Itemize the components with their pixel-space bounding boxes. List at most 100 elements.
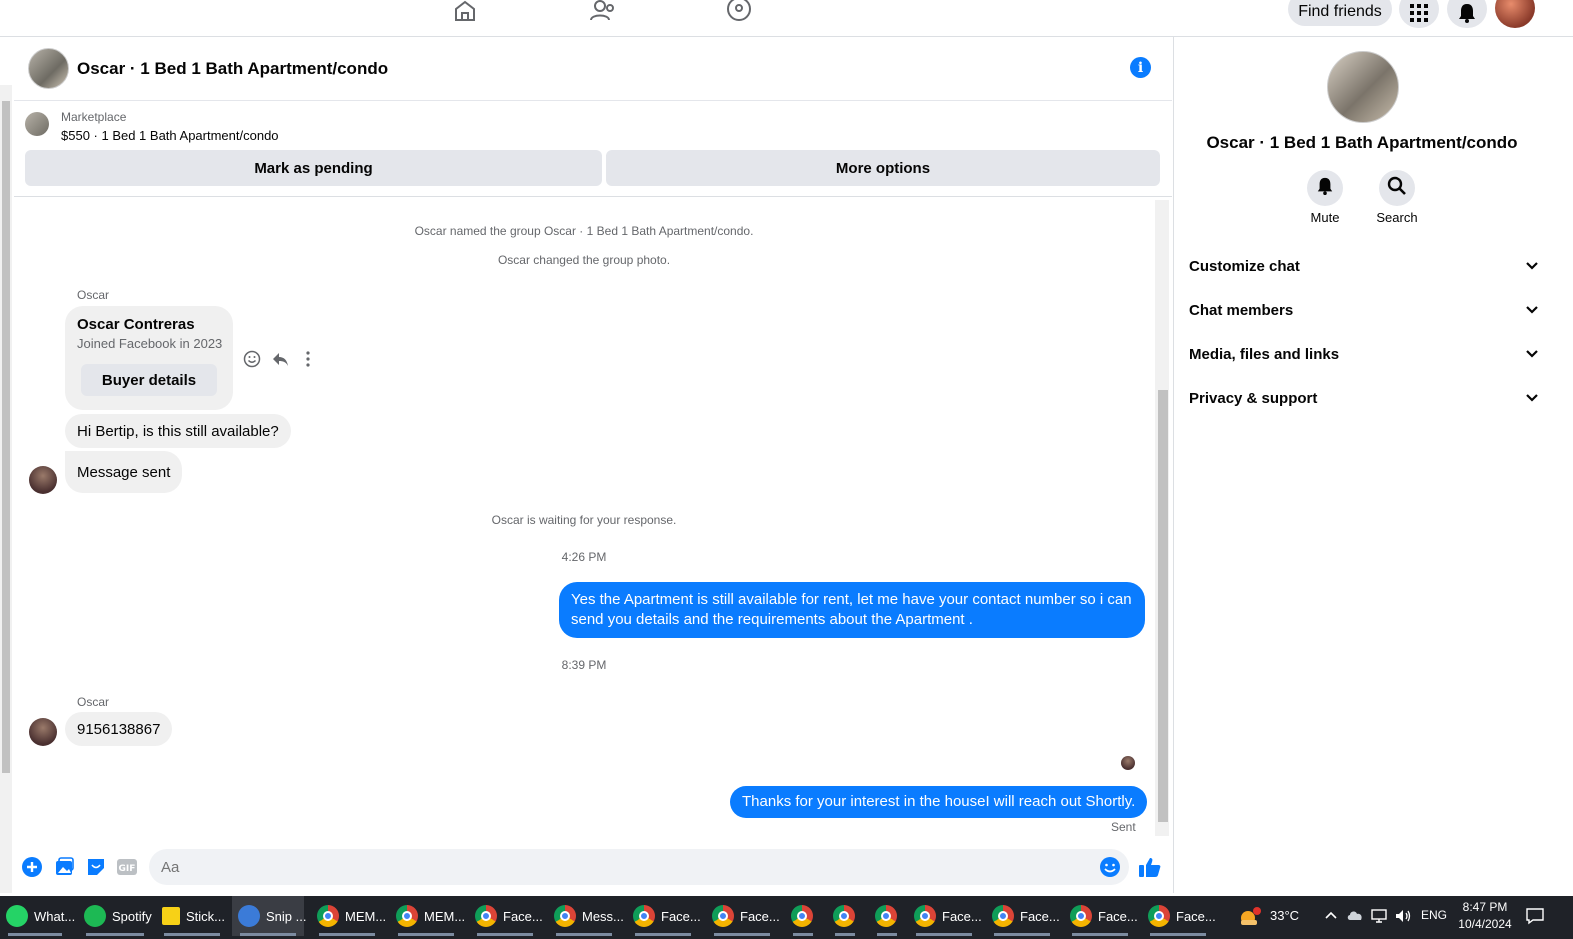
top-navigation-bar: Find friends bbox=[0, 0, 1573, 37]
running-indicator bbox=[319, 933, 375, 936]
volume-icon[interactable] bbox=[1394, 908, 1412, 927]
message-input[interactable] bbox=[149, 849, 1129, 885]
section-label: Privacy & support bbox=[1189, 389, 1318, 407]
taskbar-app-label: MEM... bbox=[424, 908, 466, 924]
incoming-message[interactable]: 9156138867 bbox=[65, 712, 173, 746]
sender-avatar[interactable] bbox=[29, 718, 57, 746]
info-icon[interactable]: i bbox=[1130, 57, 1151, 78]
sticker-icon[interactable] bbox=[85, 856, 107, 878]
snip-icon bbox=[238, 905, 260, 927]
chevron-up-icon[interactable] bbox=[1324, 909, 1338, 924]
input-language[interactable]: ENG bbox=[1421, 908, 1447, 922]
network-icon[interactable] bbox=[1370, 908, 1388, 927]
home-icon[interactable] bbox=[452, 0, 482, 22]
taskbar-app[interactable] bbox=[785, 896, 821, 936]
taskbar-app[interactable]: Face... bbox=[706, 896, 780, 936]
seen-by-avatar bbox=[1121, 756, 1135, 770]
onedrive-icon[interactable] bbox=[1346, 908, 1364, 925]
spotify-icon bbox=[84, 905, 106, 927]
thumbs-up-icon[interactable] bbox=[1138, 856, 1161, 878]
sender-avatar[interactable] bbox=[29, 466, 57, 494]
taskbar-app[interactable]: What... bbox=[0, 896, 75, 936]
react-emoji-icon[interactable] bbox=[243, 350, 263, 370]
page-scrollbar-thumb[interactable] bbox=[2, 101, 10, 773]
more-options-button[interactable]: More options bbox=[606, 150, 1160, 186]
taskbar-app[interactable]: MEM... bbox=[311, 896, 386, 936]
running-indicator bbox=[793, 933, 813, 936]
reply-icon[interactable] bbox=[271, 350, 291, 370]
chat-title[interactable]: Oscar · 1 Bed 1 Bath Apartment/condo bbox=[77, 59, 388, 79]
taskbar-app[interactable]: Face... bbox=[469, 896, 543, 936]
chat-avatar[interactable] bbox=[28, 48, 69, 89]
taskbar-app[interactable]: Face... bbox=[986, 896, 1060, 936]
taskbar-app[interactable] bbox=[827, 896, 863, 936]
running-indicator bbox=[240, 933, 296, 936]
listing-thumbnail[interactable] bbox=[25, 112, 49, 136]
taskbar-app[interactable]: Spotify bbox=[78, 896, 152, 936]
section-customize-chat[interactable]: Customize chat bbox=[1189, 246, 1539, 286]
taskbar-app[interactable]: Mess... bbox=[548, 896, 624, 936]
find-friends-button[interactable]: Find friends bbox=[1288, 0, 1392, 26]
group-photo[interactable] bbox=[1327, 51, 1399, 123]
taskbar-app-label: Spotify bbox=[112, 908, 152, 924]
mute-label: Mute bbox=[1310, 210, 1340, 225]
section-privacy-support[interactable]: Privacy & support bbox=[1189, 378, 1539, 418]
taskbar-app[interactable]: Stick... bbox=[156, 896, 228, 936]
section-media-files-links[interactable]: Media, files and links bbox=[1189, 334, 1539, 374]
marketplace-listing-bar: Marketplace $550 · 1 Bed 1 Bath Apartmen… bbox=[14, 101, 1172, 197]
chrome-icon bbox=[1070, 905, 1092, 927]
section-chat-members[interactable]: Chat members bbox=[1189, 290, 1539, 330]
chrome-icon bbox=[633, 905, 655, 927]
chrome-icon bbox=[833, 905, 855, 927]
taskbar-app-label: Face... bbox=[942, 908, 982, 924]
taskbar-app-label: Face... bbox=[1020, 908, 1060, 924]
mute-button[interactable] bbox=[1307, 170, 1343, 206]
plus-icon[interactable] bbox=[21, 856, 43, 878]
temperature[interactable]: 33°C bbox=[1270, 908, 1299, 923]
gif-icon[interactable]: GIF bbox=[116, 856, 138, 878]
more-dots-icon[interactable] bbox=[299, 350, 319, 370]
taskbar-app[interactable]: Face... bbox=[1064, 896, 1138, 936]
buyer-details-button[interactable]: Buyer details bbox=[81, 364, 217, 396]
outgoing-message[interactable]: Yes the Apartment is still available for… bbox=[559, 582, 1145, 638]
notification-center-icon[interactable] bbox=[1525, 907, 1545, 928]
weather-icon[interactable] bbox=[1238, 906, 1262, 928]
menu-grid-icon[interactable] bbox=[1399, 0, 1439, 28]
conversation-title: Oscar · 1 Bed 1 Bath Apartment/condo bbox=[1206, 133, 1518, 152]
incoming-message[interactable]: Hi Bertip, is this still available? bbox=[65, 414, 291, 448]
taskbar-app[interactable]: MEM... bbox=[390, 896, 466, 936]
profile-avatar[interactable] bbox=[1495, 0, 1535, 28]
incoming-message[interactable]: Message sent bbox=[65, 451, 183, 493]
taskbar-app[interactable]: Face... bbox=[908, 896, 982, 936]
notifications-bell-icon[interactable] bbox=[1447, 0, 1487, 28]
outgoing-message[interactable]: Thanks for your interest in the houseI w… bbox=[730, 786, 1148, 818]
friends-icon[interactable] bbox=[589, 0, 619, 22]
window-scrollbar[interactable] bbox=[1550, 37, 1573, 893]
clock-time[interactable]: 8:47 PM bbox=[1455, 900, 1515, 914]
search-button[interactable] bbox=[1379, 170, 1415, 206]
taskbar-app-label: What... bbox=[34, 908, 76, 924]
chat-scrollbar-thumb[interactable] bbox=[1158, 390, 1168, 822]
chevron-down-icon bbox=[1525, 346, 1539, 363]
message-composer: GIF bbox=[14, 845, 1172, 890]
taskbar-app[interactable]: Snip ... bbox=[232, 896, 306, 936]
taskbar-app-label: Stick... bbox=[186, 908, 226, 924]
groups-icon[interactable] bbox=[726, 0, 756, 22]
running-indicator bbox=[916, 933, 972, 936]
running-indicator bbox=[164, 933, 220, 936]
chrome-icon bbox=[475, 905, 497, 927]
taskbar-app[interactable]: Face... bbox=[1142, 896, 1216, 936]
running-indicator bbox=[477, 933, 533, 936]
listing-title[interactable]: $550 · 1 Bed 1 Bath Apartment/condo bbox=[61, 128, 279, 143]
emoji-icon[interactable] bbox=[1099, 856, 1121, 878]
running-indicator bbox=[556, 933, 612, 936]
mark-as-pending-button[interactable]: Mark as pending bbox=[25, 150, 602, 186]
chrome-icon bbox=[992, 905, 1014, 927]
chat-scrollbar[interactable] bbox=[1155, 200, 1169, 836]
taskbar-app[interactable] bbox=[869, 896, 905, 936]
chevron-down-icon bbox=[1525, 302, 1539, 319]
photo-icon[interactable] bbox=[53, 856, 75, 878]
taskbar-app[interactable]: Face... bbox=[627, 896, 701, 936]
page-scrollbar[interactable] bbox=[0, 85, 12, 893]
clock-date[interactable]: 10/4/2024 bbox=[1455, 917, 1515, 931]
